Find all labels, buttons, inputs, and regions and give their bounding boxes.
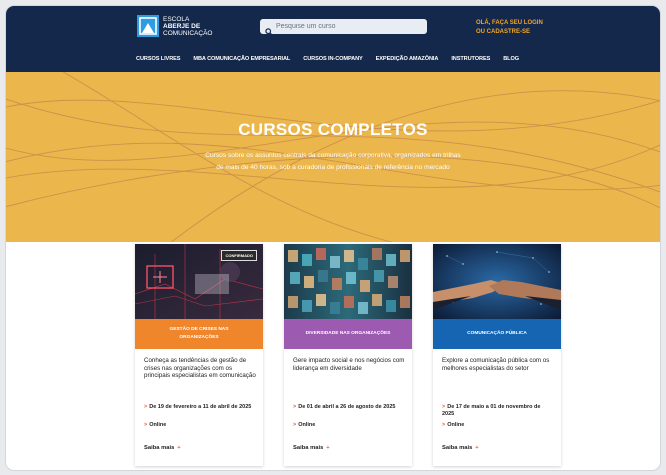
- course-date: > De 17 de maio a 01 de novembro de 2025: [442, 404, 541, 417]
- plus-icon: +: [475, 445, 479, 451]
- search-icon: [265, 23, 273, 36]
- plus-icon: +: [177, 445, 181, 451]
- chevron-right-icon: >: [144, 422, 148, 428]
- course-band-crises: GESTÃO DE CRISES NAS ORGANIZAÇÕES: [135, 319, 263, 349]
- hero-subtitle: Cursos sobre os assuntos centrais da com…: [205, 152, 461, 171]
- confirmed-badge: CONFIRMADO: [221, 250, 257, 261]
- course-image-handshake: [433, 244, 561, 319]
- course-mode: > Online: [442, 422, 465, 428]
- course-card-crises[interactable]: CONFIRMADO GESTÃO DE CRISES NAS ORGANIZA…: [135, 244, 263, 466]
- chevron-right-icon: >: [293, 404, 297, 410]
- search-input[interactable]: [276, 23, 416, 30]
- course-cards: CONFIRMADO GESTÃO DE CRISES NAS ORGANIZA…: [6, 244, 660, 470]
- main-nav: CURSOS LIVRES MBA COMUNICAÇÃO EMPRESARIA…: [136, 56, 532, 62]
- course-mode: > Online: [144, 422, 167, 428]
- course-date: > De 01 de abril a 26 de agosto de 2025: [293, 404, 396, 410]
- saiba-mais-link[interactable]: Saiba mais +: [144, 445, 181, 451]
- course-band-diversidade: DIVERSIDADE NAS ORGANIZAÇÕES: [284, 319, 412, 349]
- chevron-right-icon: >: [293, 422, 297, 428]
- course-description: Gere impacto social e nos negócios com l…: [293, 357, 405, 372]
- chevron-right-icon: >: [442, 422, 446, 428]
- plus-icon: +: [326, 445, 330, 451]
- site-logo[interactable]: ESCOLA ABERJE DE COMUNICAÇÃO: [137, 15, 212, 37]
- logo-line-1: ESCOLA: [163, 15, 190, 23]
- chevron-right-icon: >: [144, 404, 148, 410]
- logo-line-2: ABERJE DE: [163, 22, 201, 30]
- course-mode: > Online: [293, 422, 316, 428]
- nav-in-company[interactable]: CURSOS IN-COMPANY: [303, 56, 363, 62]
- browser-frame: ESCOLA ABERJE DE COMUNICAÇÃO OLÁ, FAÇA S…: [6, 6, 660, 470]
- hero-banner: CURSOS COMPLETOS Cursos sobre os assunto…: [6, 72, 660, 242]
- course-image-crises: CONFIRMADO: [135, 244, 263, 319]
- course-card-comunicacao-publica[interactable]: COMUNICAÇÃO PÚBLICA Explore a comunicaçã…: [433, 244, 561, 466]
- nav-expedicao[interactable]: EXPEDIÇÃO AMAZÔNIA: [376, 56, 439, 62]
- course-description: Conheça as tendências de gestão de crise…: [144, 357, 256, 380]
- nav-cursos-livres[interactable]: CURSOS LIVRES: [136, 56, 180, 62]
- course-image-diversidade: [284, 244, 412, 319]
- course-band-comunicacao-publica: COMUNICAÇÃO PÚBLICA: [433, 319, 561, 349]
- saiba-mais-link[interactable]: Saiba mais +: [442, 445, 479, 451]
- login-link[interactable]: OLÁ, FAÇA SEU LOGIN OU CADASTRE-SE: [476, 19, 546, 36]
- nav-blog[interactable]: BLOG: [503, 56, 519, 62]
- chevron-right-icon: >: [442, 404, 446, 410]
- search-box[interactable]: [260, 19, 427, 36]
- nav-mba[interactable]: MBA COMUNICAÇÃO EMPRESARIAL: [193, 56, 290, 62]
- nav-instrutores[interactable]: INSTRUTORES: [451, 56, 490, 62]
- logo-mark-icon: [137, 15, 159, 37]
- logo-line-3: COMUNICAÇÃO: [163, 29, 213, 37]
- course-card-diversidade[interactable]: DIVERSIDADE NAS ORGANIZAÇÕES Gere impact…: [284, 244, 412, 466]
- hero-title: CURSOS COMPLETOS: [238, 120, 428, 139]
- saiba-mais-link[interactable]: Saiba mais +: [293, 445, 330, 451]
- site-header: ESCOLA ABERJE DE COMUNICAÇÃO OLÁ, FAÇA S…: [6, 6, 660, 72]
- course-date: > De 19 de fevereiro a 11 de abril de 202…: [144, 404, 252, 410]
- course-description: Explore a comunicação pública com os mel…: [442, 357, 550, 372]
